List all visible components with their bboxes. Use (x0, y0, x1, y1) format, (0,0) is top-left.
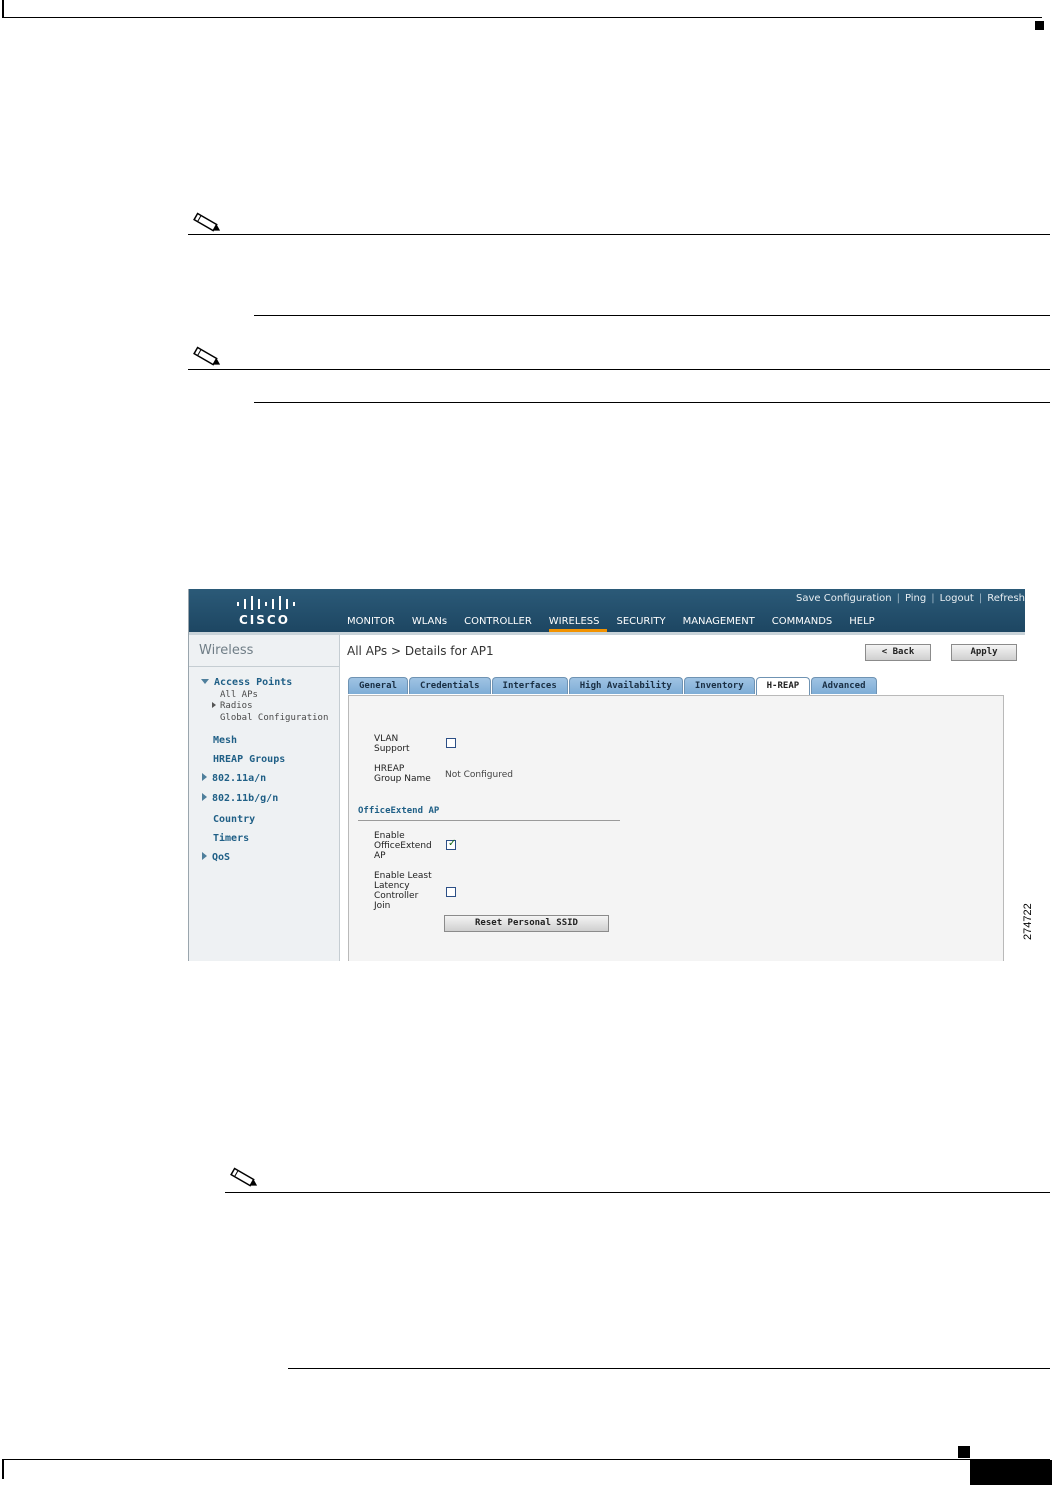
note-pencil-icon (193, 212, 221, 232)
sidebar-item-802-11an[interactable]: 802.11a/n (202, 773, 266, 784)
main-content: All APs > Details for AP1 < Back Apply G… (340, 635, 1025, 961)
tab-credentials[interactable]: Credentials (408, 677, 491, 694)
header-marker (1035, 21, 1044, 30)
top-banner: CISCO Save Configuration | Ping | Logout | Ref… (189, 589, 1025, 632)
nav-help[interactable]: HELP (849, 616, 882, 632)
apply-button[interactable]: Apply (951, 644, 1017, 661)
back-button[interactable]: < Back (865, 644, 931, 661)
bottom-left-crop-mark (2, 1459, 4, 1479)
refresh-link[interactable]: Refresh (987, 593, 1025, 604)
collapsed-arrow-icon (212, 702, 216, 708)
save-configuration-link[interactable]: Save Configuration (796, 593, 892, 604)
sidebar-item-all-aps[interactable]: All APs (220, 690, 258, 700)
sidebar-item-hreap-groups[interactable]: HREAP Groups (213, 754, 285, 765)
logout-link[interactable]: Logout (940, 593, 974, 604)
note-bottom-rule (288, 1368, 1050, 1369)
enable-least-latency-label: Enable Least Latency Controller Join (374, 871, 432, 911)
ping-link[interactable]: Ping (905, 593, 926, 604)
officeextend-section-title: OfficeExtend AP (358, 806, 440, 816)
page-number-block (970, 1460, 1052, 1485)
vlan-support-label: VLAN Support (374, 734, 410, 754)
note-bottom-rule (254, 402, 1050, 403)
cisco-logo: CISCO (239, 613, 290, 627)
footer-rule (2, 1459, 1050, 1460)
sidebar-item-timers[interactable]: Timers (213, 833, 249, 844)
note-top-rule (188, 234, 1050, 235)
nav-commands[interactable]: COMMANDS (772, 616, 840, 632)
hreap-group-name-value: Not Configured (445, 770, 513, 780)
collapsed-arrow-icon (202, 852, 207, 860)
collapsed-arrow-icon (202, 793, 207, 801)
sidebar-item-802-11bgn[interactable]: 802.11b/g/n (202, 793, 278, 804)
reset-personal-ssid-button[interactable]: Reset Personal SSID (444, 915, 609, 932)
nav-controller[interactable]: CONTROLLER (464, 616, 540, 632)
sidebar-title: Wireless (199, 643, 254, 658)
enable-officeextend-label: Enable OfficeExtend AP (374, 831, 432, 861)
sidebar-item-mesh[interactable]: Mesh (213, 735, 237, 746)
checkmark-icon: ✓ (448, 838, 457, 849)
top-left-crop-mark (2, 0, 4, 18)
tab-general[interactable]: General (348, 677, 408, 694)
sidebar: Wireless Access Points All APs Radios Gl… (189, 635, 340, 961)
nav-wlans[interactable]: WLANs (412, 616, 455, 632)
enable-officeextend-checkbox[interactable]: ✓ (446, 838, 457, 850)
figure-id: 274722 (1022, 903, 1034, 940)
page-title: All APs > Details for AP1 (347, 644, 494, 658)
header-rule (2, 17, 1042, 18)
sidebar-item-country[interactable]: Country (213, 814, 255, 825)
expanded-arrow-icon (201, 679, 209, 684)
nav-monitor[interactable]: MONITOR (347, 616, 403, 632)
nav-management[interactable]: MANAGEMENT (683, 616, 763, 632)
note-pencil-icon (230, 1167, 258, 1187)
tab-high-availability[interactable]: High Availability (568, 677, 683, 694)
nav-security[interactable]: SECURITY (616, 616, 673, 632)
collapsed-arrow-icon (202, 773, 207, 781)
sidebar-divider (189, 666, 339, 667)
section-divider (358, 820, 620, 821)
vlan-support-checkbox[interactable] (446, 738, 456, 748)
sidebar-item-radios[interactable]: Radios (212, 701, 253, 711)
tab-interfaces[interactable]: Interfaces (491, 677, 568, 694)
note-top-rule (225, 1192, 1050, 1193)
controller-gui-screenshot: CISCO Save Configuration | Ping | Logout | Ref… (188, 589, 1025, 961)
note-top-rule (188, 369, 1050, 370)
h-reap-panel: VLAN Support HREAP Group Name Not Config… (348, 695, 1004, 961)
hreap-group-name-label: HREAP Group Name (374, 764, 431, 784)
sidebar-item-qos[interactable]: QoS (202, 852, 230, 863)
enable-least-latency-checkbox[interactable] (446, 887, 456, 897)
tab-inventory[interactable]: Inventory (683, 677, 755, 694)
main-nav: MONITOR WLANs CONTROLLER WIRELESS SECURI… (347, 616, 892, 632)
footer-marker (958, 1446, 970, 1458)
tab-h-reap[interactable]: H-REAP (755, 677, 811, 695)
nav-wireless[interactable]: WIRELESS (548, 616, 608, 632)
note-bottom-rule (254, 315, 1050, 316)
sidebar-item-global-configuration[interactable]: Global Configuration (220, 713, 328, 723)
tab-advanced[interactable]: Advanced (811, 677, 877, 694)
note-pencil-icon (193, 346, 221, 366)
tab-bar: General Credentials Interfaces High Avai… (348, 677, 878, 695)
cisco-logo-bars-icon (237, 596, 295, 610)
sidebar-item-access-points[interactable]: Access Points (201, 677, 292, 688)
top-links: Save Configuration | Ping | Logout | Refresh (796, 593, 1025, 604)
